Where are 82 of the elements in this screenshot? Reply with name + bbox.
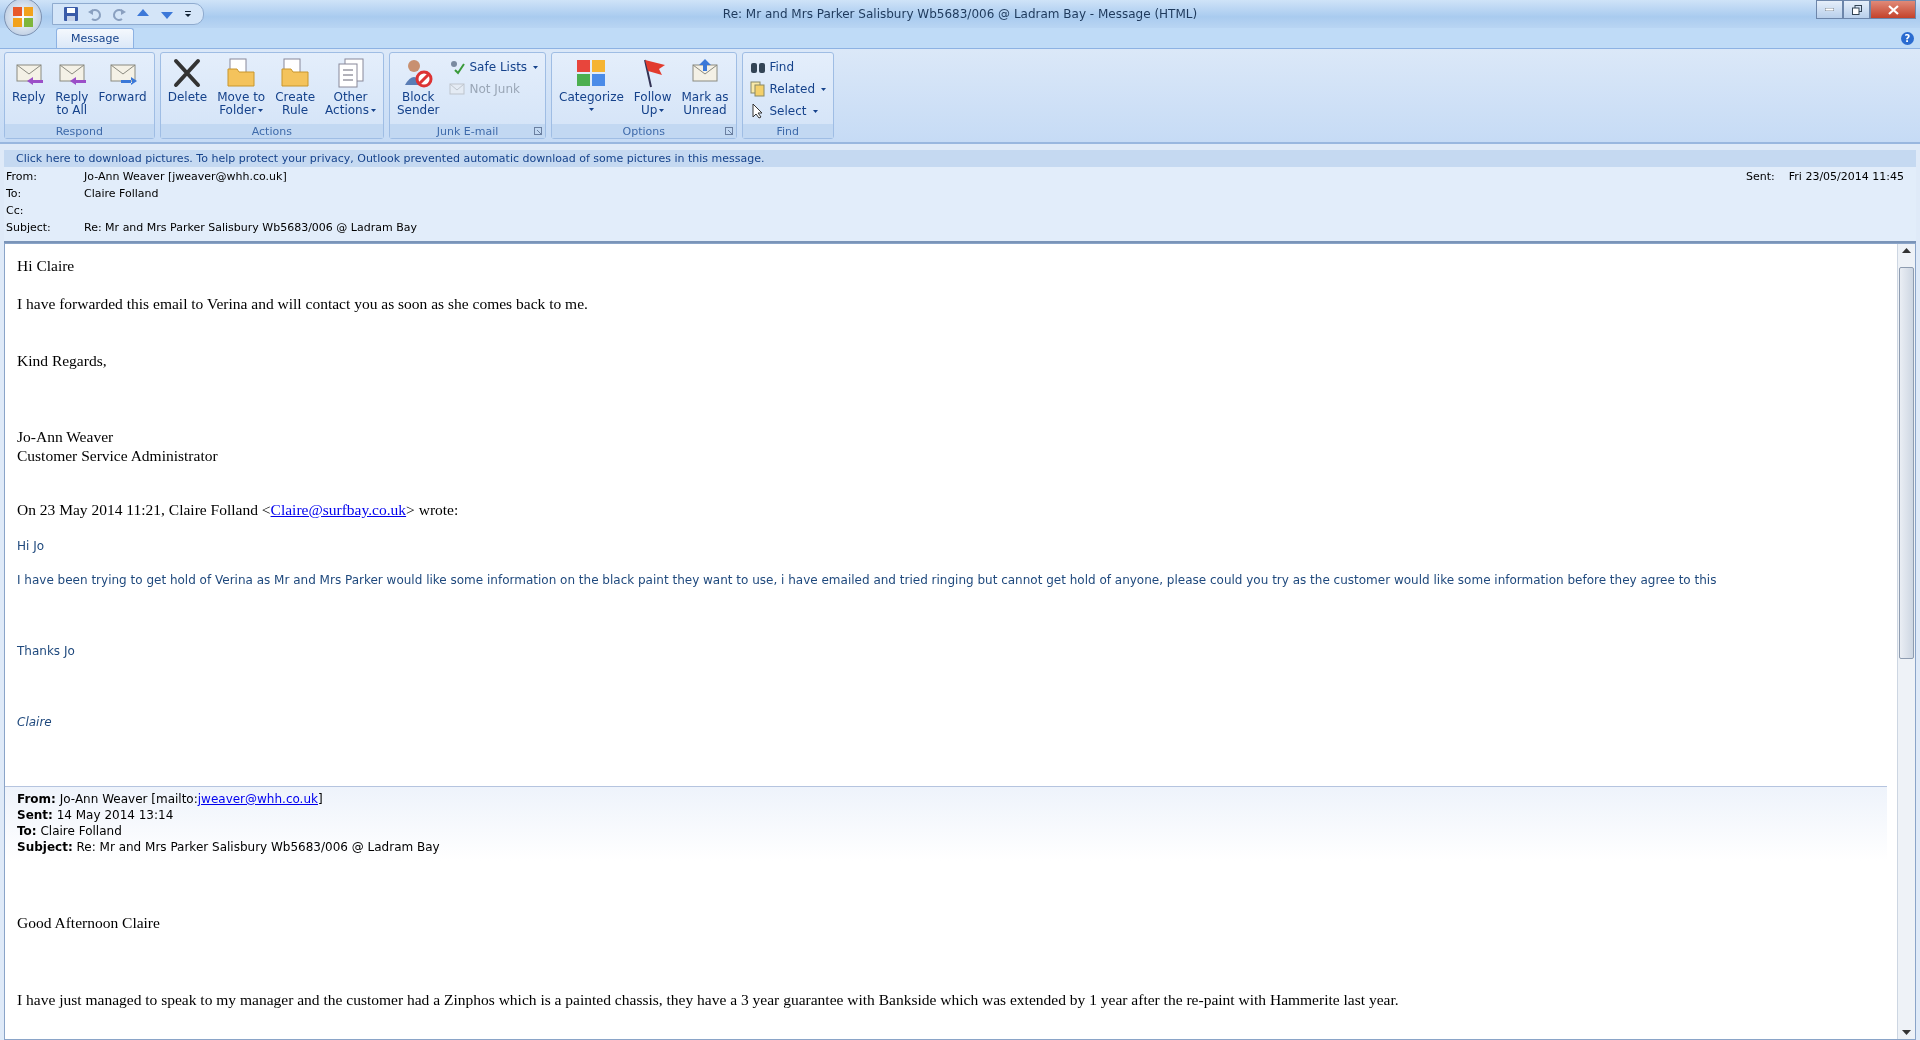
quoted-text: Hi Jo — [17, 539, 45, 553]
ribbon-button[interactable]: Move to Folder — [213, 55, 270, 122]
dialog-launcher-icon[interactable] — [724, 127, 733, 135]
header-label: Subject: — [6, 221, 52, 236]
header-value: Claire Folland — [84, 187, 159, 202]
quoted-text: Thanks Jo — [17, 644, 75, 658]
header-label: Cc: — [6, 204, 25, 219]
ribbon-button[interactable]: Safe Lists — [445, 57, 543, 77]
envelope-icon — [449, 81, 466, 97]
caret-icon — [370, 109, 376, 112]
folder-icon — [279, 57, 312, 89]
info-bar[interactable]: Click here to download pictures. To help protect your privacy, Outlook prevented automatic download of some pictures in this message. — [4, 150, 1916, 167]
save-icon[interactable] — [63, 6, 79, 22]
quoted-header-line: Subject: Re: Mr and Mrs Parker Salisbury Wb5683/006 @ Ladram Bay — [17, 840, 440, 854]
header-label: From: — [6, 170, 38, 185]
ribbon-button[interactable]: Related — [745, 79, 831, 99]
quoted-text: I have been trying to get hold of Verina as Mr and Mrs Parker would like some information on the black paint they want to use, i have emailed and tried ringing but cannot get hold of anyone, please could you try as the customer would like some information before they agree to this — [17, 573, 1717, 587]
folder-icon — [225, 57, 258, 89]
help-button[interactable]: ? — [1901, 32, 1914, 45]
scroll-thumb[interactable] — [1899, 267, 1914, 659]
ribbon-tab[interactable]: Message — [56, 28, 135, 48]
caret-icon — [258, 109, 264, 112]
window-title: Re: Mr and Mrs Parker Salisbury Wb5683/006 @ Ladram Bay - Message (HTML) — [721, 7, 1199, 21]
group-label: Junk E-mail — [436, 124, 499, 138]
restore-icon — [1851, 4, 1862, 15]
ribbon-button[interactable]: Create Rule — [271, 55, 320, 122]
scroll-down-icon[interactable] — [1902, 1030, 1911, 1035]
header-value: Jo-Ann Weaver [jweaver@whh.co.uk] — [84, 170, 287, 185]
body-text: I have just managed to speak to my manager and the customer had a Zinphos which is a painted chassis, they have a 3 year guarantee with Bankside which was extended by 1 year after the re-paint with Hammerite last year. — [17, 991, 1399, 1008]
grid-icon — [575, 57, 608, 89]
dialog-launcher-icon[interactable] — [534, 127, 543, 135]
body-text: I have forwarded this email to Verina and will contact you as soon as she comes back to me. — [17, 295, 588, 312]
ribbon-button[interactable]: Block Sender — [392, 55, 444, 122]
ribbon-button[interactable]: Follow Up — [629, 55, 676, 122]
quoted-text: Claire — [17, 715, 52, 729]
body-text: Good Afternoon Claire — [17, 914, 160, 931]
quoted-header-line: From: Jo-Ann Weaver [mailto:jweaver@whh.co.uk] — [17, 792, 323, 806]
office-logo-icon — [11, 5, 35, 29]
ribbon-button[interactable]: Select — [745, 101, 831, 121]
group-label: Options — [622, 124, 666, 138]
header-value: Re: Mr and Mrs Parker Salisbury Wb5683/006 @ Ladram Bay — [84, 221, 417, 236]
ribbon-button[interactable]: Reply to All — [51, 55, 93, 122]
minimize-icon — [1825, 8, 1834, 11]
ribbon-button[interactable]: Forward — [94, 55, 151, 122]
documents-icon — [749, 81, 766, 97]
vertical-scrollbar[interactable] — [1897, 244, 1915, 1039]
caret-icon — [812, 109, 818, 113]
body-text: Kind Regards, — [17, 352, 107, 369]
ribbon-button[interactable]: Delete — [163, 55, 212, 122]
close-icon — [1887, 4, 1899, 15]
ribbon-button[interactable]: Find — [745, 57, 831, 77]
quoted-header-line: Sent: 14 May 2014 13:14 — [17, 808, 174, 822]
body-text: On 23 May 2014 11:21, Claire Folland <Claire@surfbay.co.uk> wrote: — [17, 501, 459, 518]
caret-icon — [821, 87, 827, 91]
email-link[interactable]: jweaver@whh.co.uk — [197, 792, 318, 806]
scroll-up-icon[interactable] — [1902, 248, 1911, 253]
ribbon-button[interactable]: Mark as Unread — [677, 55, 733, 122]
restore-button[interactable] — [1843, 0, 1870, 19]
body-text: Hi Claire — [17, 257, 75, 274]
header-value: Fri 23/05/2014 11:45 — [1788, 170, 1904, 185]
quoted-header-line: To: Claire Folland — [17, 824, 122, 838]
caret-icon — [533, 65, 539, 69]
undo-icon[interactable] — [87, 6, 103, 22]
group-label: Find — [776, 124, 800, 138]
office-button[interactable] — [4, 0, 42, 36]
redo-icon[interactable] — [111, 6, 127, 22]
group-label: Respond — [55, 124, 104, 138]
header-label: To: — [6, 187, 23, 202]
header-label: Sent: — [1746, 170, 1775, 185]
body-text: Customer Service Administrator — [17, 447, 218, 464]
email-link[interactable]: Claire@surfbay.co.uk — [270, 501, 407, 518]
blocked-person-icon — [402, 57, 435, 89]
ribbon-button[interactable]: Other Actions — [321, 55, 380, 122]
people-check-icon — [449, 59, 466, 75]
ribbon-button[interactable]: Reply — [8, 55, 50, 122]
ribbon-button[interactable]: Categorize — [555, 55, 628, 122]
caret-icon — [588, 108, 594, 111]
close-button[interactable] — [1870, 0, 1916, 19]
customize-menu-icon[interactable] — [183, 9, 193, 19]
body-text: Jo-Ann Weaver — [17, 428, 114, 445]
caret-icon — [659, 109, 665, 112]
group-label: Actions — [251, 124, 292, 138]
